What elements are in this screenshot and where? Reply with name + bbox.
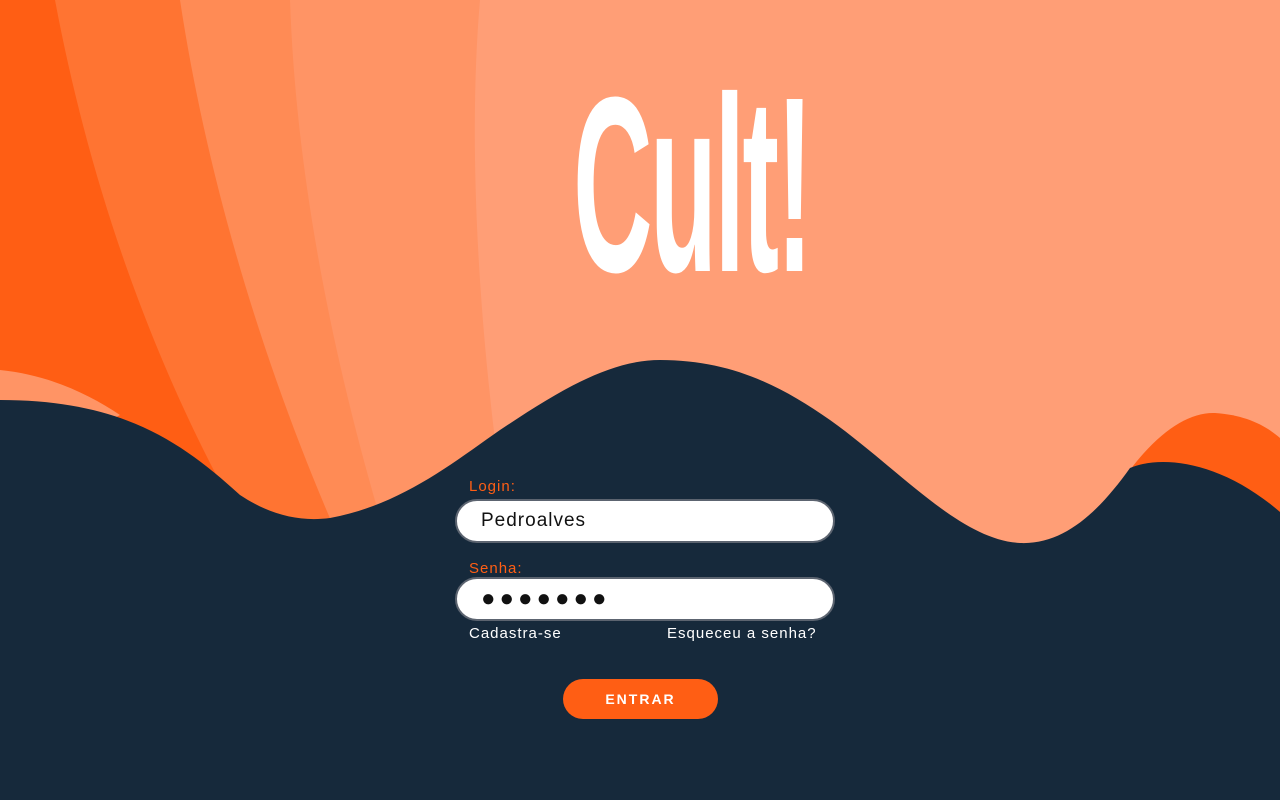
- app-logo: Cult!: [573, 45, 813, 324]
- login-label: Login:: [469, 478, 516, 495]
- login-input[interactable]: [455, 499, 835, 543]
- enter-button[interactable]: ENTRAR: [563, 679, 718, 719]
- register-link[interactable]: Cadastra-se: [469, 625, 562, 642]
- password-input[interactable]: [455, 577, 835, 621]
- senha-label: Senha:: [469, 560, 523, 577]
- forgot-password-link[interactable]: Esqueceu a senha?: [667, 625, 817, 642]
